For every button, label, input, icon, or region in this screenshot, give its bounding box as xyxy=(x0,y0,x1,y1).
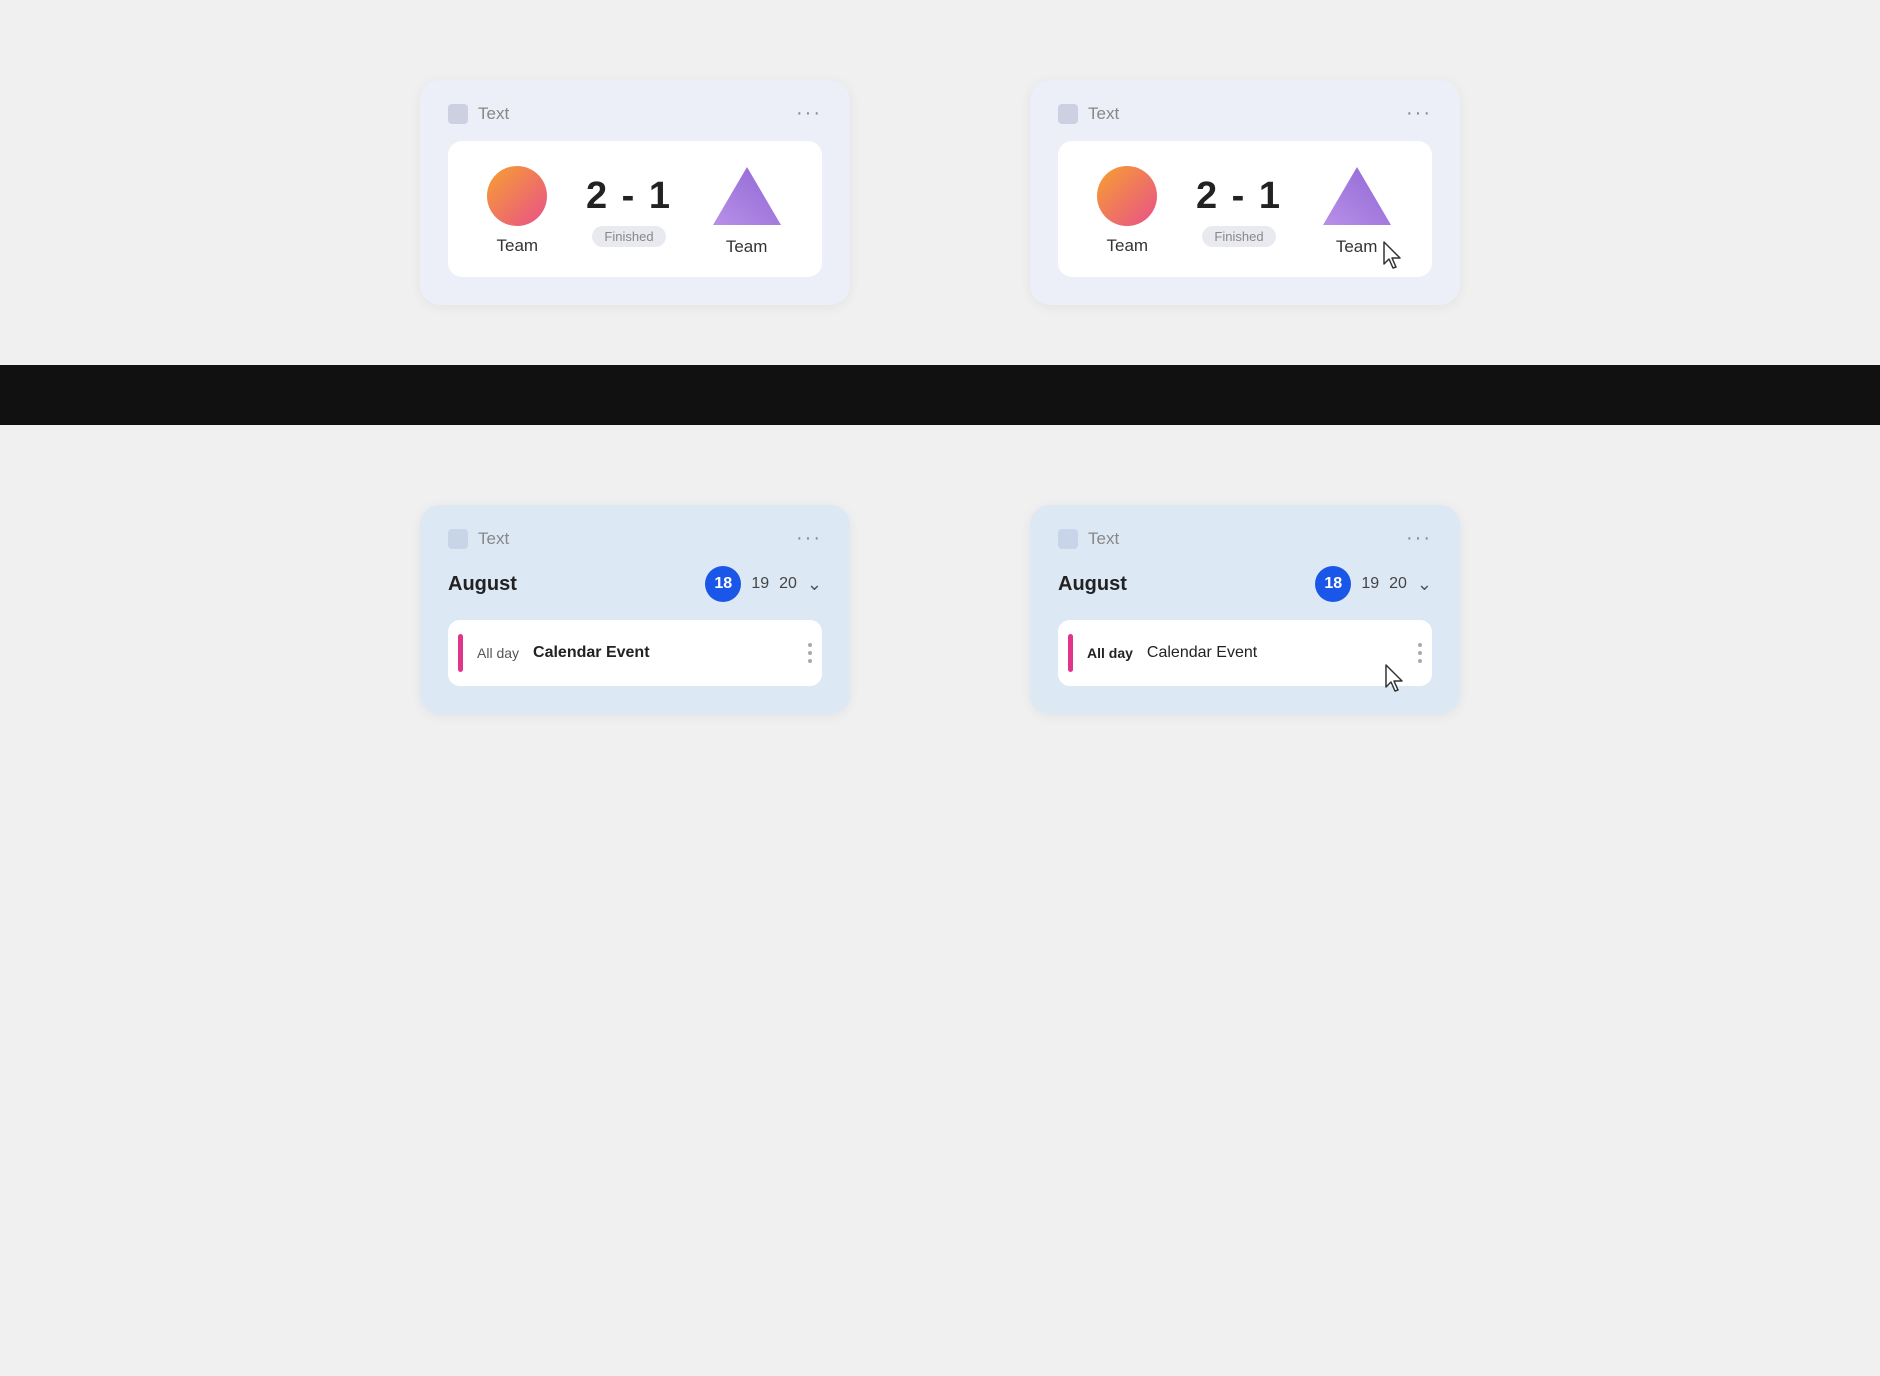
score-value-left: 2 - 1 xyxy=(586,175,672,218)
team2-right-icon xyxy=(1321,165,1393,227)
team1-left: Team xyxy=(487,166,547,256)
calendar-date-18-right[interactable]: 18 xyxy=(1315,566,1351,602)
team1-right: Team xyxy=(1097,166,1157,256)
team1-left-name: Team xyxy=(497,236,539,256)
calendar-chevron-left[interactable]: ⌄ xyxy=(807,574,822,595)
score-card-left-header: Text ··· xyxy=(448,102,822,125)
calendar-date-20-right[interactable]: 20 xyxy=(1389,575,1407,593)
calendar-event-row-left[interactable]: All day Calendar Event xyxy=(448,620,822,686)
score-inner-right: Team 2 - 1 Finished xyxy=(1058,141,1432,277)
team2-right: Team xyxy=(1321,165,1393,257)
calendar-date-18-left[interactable]: 18 xyxy=(705,566,741,602)
calendar-chevron-right[interactable]: ⌄ xyxy=(1417,574,1432,595)
score-card-right-checkbox[interactable] xyxy=(1058,104,1078,124)
score-status-right: Finished xyxy=(1202,226,1275,247)
event-color-bar-right xyxy=(1068,634,1073,672)
team1-right-name: Team xyxy=(1107,236,1149,256)
score-inner-left: Team 2 - 1 Finished xyxy=(448,141,822,277)
event-dots-right[interactable] xyxy=(1418,643,1422,663)
calendar-card-left-title: Text xyxy=(478,529,509,549)
score-value-right: 2 - 1 xyxy=(1196,175,1282,218)
score-status-left: Finished xyxy=(592,226,665,247)
score-card-right-menu[interactable]: ··· xyxy=(1406,102,1432,125)
calendar-header-row-left: August 18 19 20 ⌄ xyxy=(448,566,822,602)
calendar-date-20-left[interactable]: 20 xyxy=(779,575,797,593)
calendar-card-left-checkbox[interactable] xyxy=(448,529,468,549)
team2-left-name: Team xyxy=(726,237,768,257)
calendar-card-left-menu[interactable]: ··· xyxy=(796,527,822,550)
score-card-left-title: Text xyxy=(478,104,509,124)
event-allday-left: All day xyxy=(477,645,519,661)
calendar-event-row-right[interactable]: All day Calendar Event xyxy=(1058,620,1432,686)
score-card-left: Text ··· Team 2 - 1 Finished xyxy=(420,80,850,305)
calendar-card-right-title: Text xyxy=(1088,529,1119,549)
calendar-month-left: August xyxy=(448,573,517,596)
score-card-right-header: Text ··· xyxy=(1058,102,1432,125)
score-card-left-checkbox[interactable] xyxy=(448,104,468,124)
calendar-card-right-checkbox[interactable] xyxy=(1058,529,1078,549)
calendar-date-19-left[interactable]: 19 xyxy=(751,575,769,593)
divider-bar xyxy=(0,365,1880,425)
team1-right-icon xyxy=(1097,166,1157,226)
calendar-header-row-right: August 18 19 20 ⌄ xyxy=(1058,566,1432,602)
calendar-dates-right: 18 19 20 ⌄ xyxy=(1315,566,1432,602)
calendar-date-19-right[interactable]: 19 xyxy=(1361,575,1379,593)
event-allday-right: All day xyxy=(1087,645,1133,661)
calendar-card-right: Text ··· August 18 19 20 ⌄ All day Calen xyxy=(1030,505,1460,714)
event-name-right: Calendar Event xyxy=(1147,644,1418,662)
calendar-card-left: Text ··· August 18 19 20 ⌄ All day Calen xyxy=(420,505,850,714)
score-center-right: 2 - 1 Finished xyxy=(1196,175,1282,247)
score-center-left: 2 - 1 Finished xyxy=(586,175,672,247)
team2-left-icon xyxy=(711,165,783,227)
score-card-right-title: Text xyxy=(1088,104,1119,124)
calendar-card-left-header: Text ··· xyxy=(448,527,822,550)
event-dots-left[interactable] xyxy=(808,643,812,663)
team1-left-icon xyxy=(487,166,547,226)
calendar-card-right-menu[interactable]: ··· xyxy=(1406,527,1432,550)
event-color-bar-left xyxy=(458,634,463,672)
calendar-card-right-header: Text ··· xyxy=(1058,527,1432,550)
team2-right-name: Team xyxy=(1336,237,1378,257)
event-name-left: Calendar Event xyxy=(533,644,808,662)
calendar-month-right: August xyxy=(1058,573,1127,596)
team2-left: Team xyxy=(711,165,783,257)
score-card-right: Text ··· Team 2 - 1 Finished xyxy=(1030,80,1460,305)
calendar-dates-left: 18 19 20 ⌄ xyxy=(705,566,822,602)
score-card-left-menu[interactable]: ··· xyxy=(796,102,822,125)
